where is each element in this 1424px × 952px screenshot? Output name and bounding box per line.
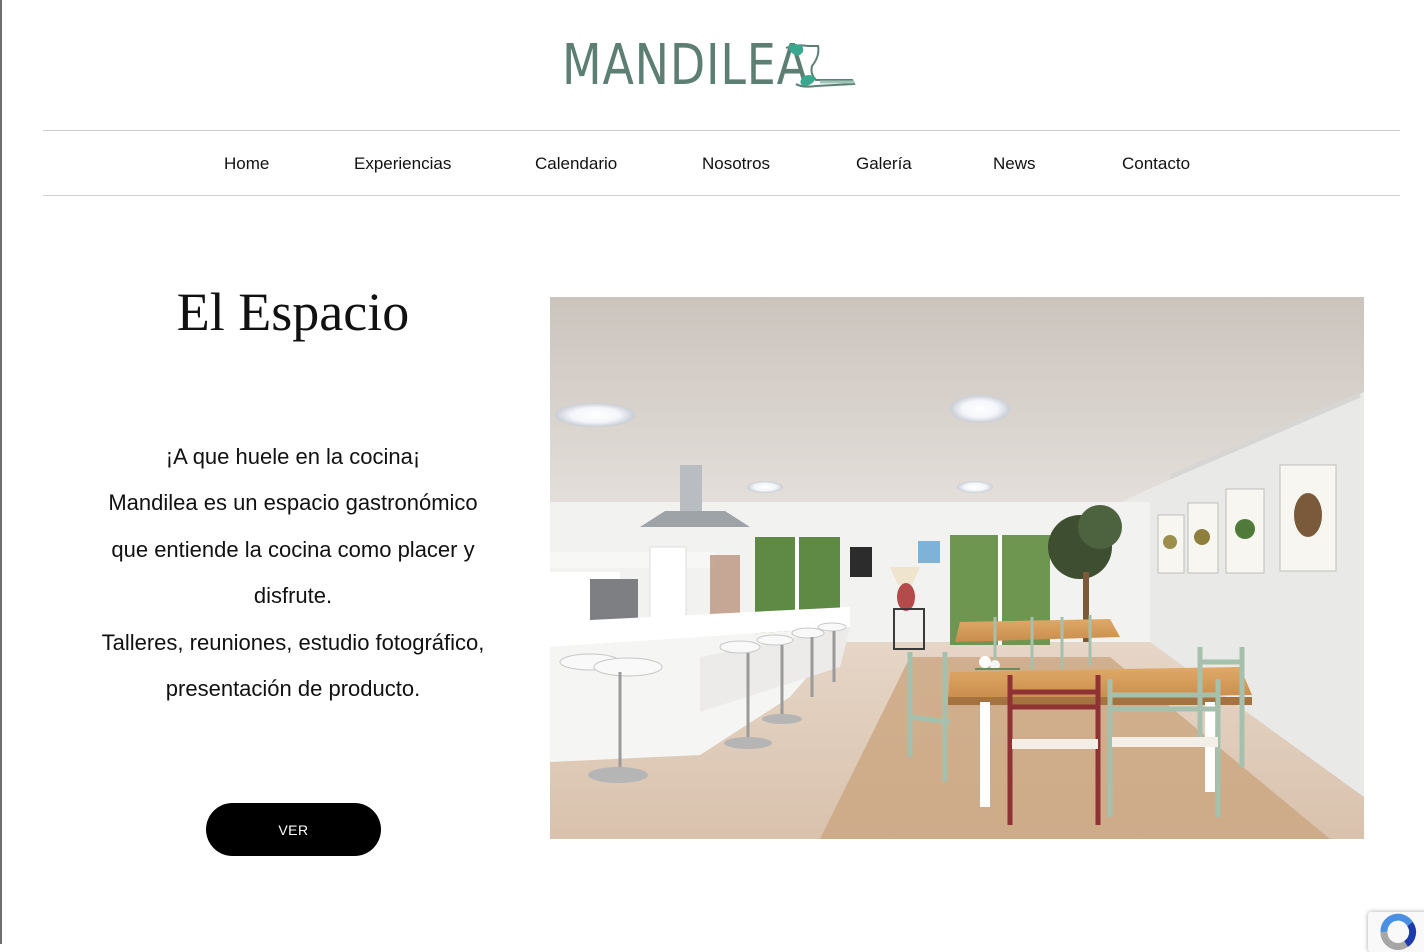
nav-item-galeria[interactable]: Galería (856, 131, 912, 195)
description-line: que entiende la cocina como placer y (111, 536, 475, 562)
description-line: disfrute. (253, 583, 333, 609)
kitchen-dining-photo[interactable] (550, 297, 1364, 839)
nav-item-nosotros[interactable]: Nosotros (702, 131, 770, 195)
description-line: presentación de producto. (165, 676, 421, 702)
nav-item-contacto[interactable]: Contacto (1122, 131, 1190, 195)
nav-item-experiencias[interactable]: Experiencias (354, 131, 451, 195)
nav-item-news[interactable]: News (993, 131, 1036, 195)
recaptcha-icon (1380, 913, 1417, 950)
ver-button[interactable]: VER (206, 803, 381, 856)
window-edge (0, 0, 2, 944)
site-logo[interactable]: MANDILEA (560, 34, 860, 98)
description-line: ¡A que huele en la cocina¡ (165, 444, 421, 469)
description-line: Talleres, reuniones, estudio fotográfico… (101, 629, 485, 655)
description-line: Mandilea es un espacio gastronómico (108, 490, 478, 516)
logo-wordmark: MANDILEA (562, 33, 809, 98)
nav-item-calendario[interactable]: Calendario (535, 131, 617, 195)
recaptcha-badge[interactable] (1368, 912, 1424, 952)
main-nav: Home Experiencias Calendario Nosotros Ga… (43, 130, 1400, 196)
logo-apron-icon (785, 44, 856, 88)
space-description: ¡A que huele en la cocina¡ Mandilea es u… (80, 434, 506, 712)
nav-item-home[interactable]: Home (224, 131, 269, 195)
page-title: El Espacio (176, 282, 410, 342)
